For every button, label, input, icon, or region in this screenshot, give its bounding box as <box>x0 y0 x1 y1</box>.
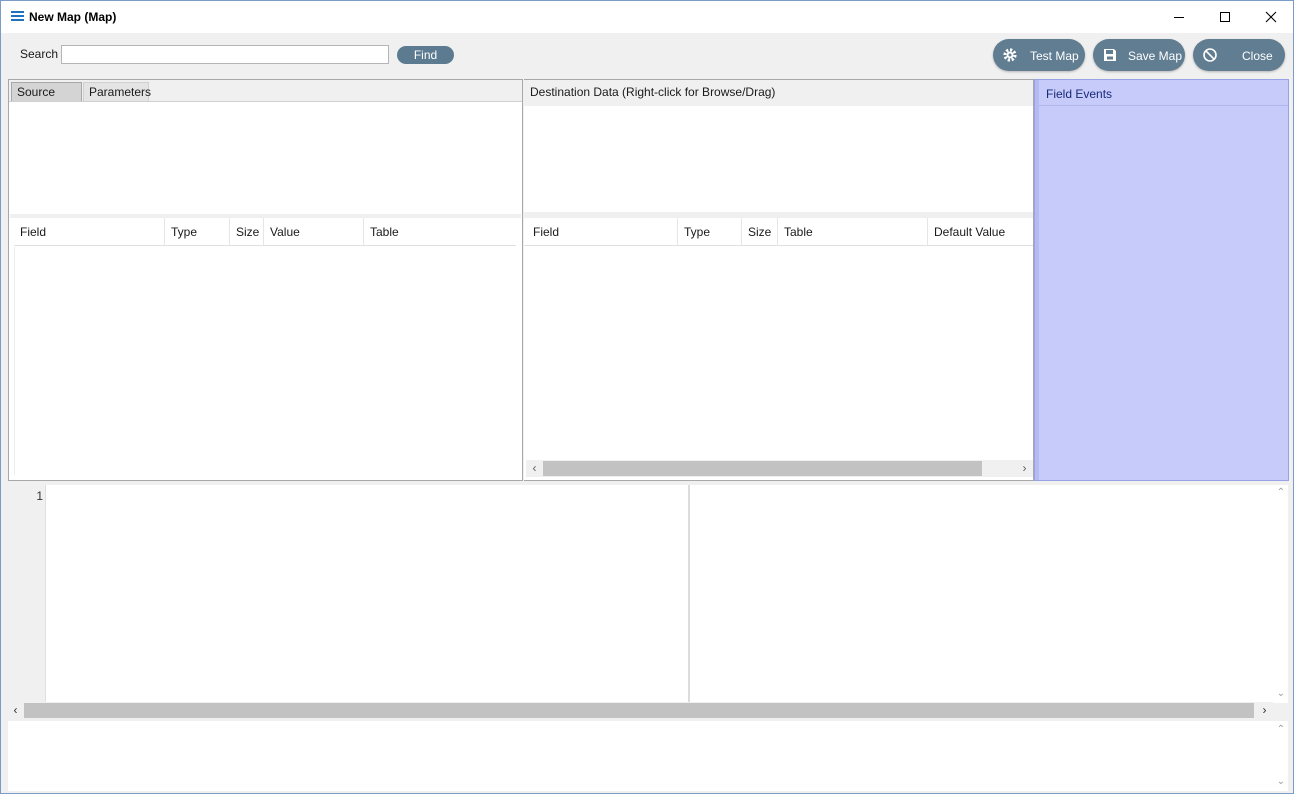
dest-col-field[interactable]: Field <box>527 218 678 246</box>
source-grid-header: Field Type Size Value Table <box>14 218 516 246</box>
script-editor[interactable]: 1 ⌃ ⌄ <box>8 485 1288 703</box>
source-col-field[interactable]: Field <box>14 218 165 246</box>
gutter-divider <box>45 485 46 703</box>
save-map-label: Save Map <box>1128 49 1183 63</box>
source-panel: Source Data Parameters Field Type Size V… <box>8 79 523 481</box>
destination-title: Destination Data (Right-click for Browse… <box>530 85 776 99</box>
minimize-icon <box>1174 16 1184 18</box>
source-grid-body[interactable] <box>14 247 516 475</box>
scroll-right-icon[interactable]: › <box>1256 702 1273 719</box>
destination-panel: Destination Data (Right-click for Browse… <box>524 79 1034 481</box>
save-icon <box>1104 49 1116 61</box>
app-menu-icon[interactable] <box>11 11 24 22</box>
search-label: Search <box>20 47 59 61</box>
destination-scroll-thumb[interactable] <box>543 461 982 476</box>
field-events-header: Field Events <box>1039 80 1288 106</box>
scroll-left-icon[interactable]: ‹ <box>526 460 543 477</box>
gear-icon <box>1003 48 1017 62</box>
line-number: 1 <box>36 489 43 503</box>
map-window: New Map (Map) Search Find Test Map Save … <box>0 0 1294 794</box>
source-col-table[interactable]: Table <box>364 218 516 246</box>
scroll-down-icon[interactable]: ⌄ <box>1274 687 1288 701</box>
editor-horizontal-scrollbar[interactable]: ‹ › <box>7 702 1273 719</box>
test-map-label: Test Map <box>1030 49 1079 63</box>
destination-data-view[interactable] <box>524 106 1033 212</box>
field-events-title: Field Events <box>1046 87 1113 101</box>
output-area[interactable]: ⌃ ⌄ <box>8 721 1288 791</box>
scroll-right-icon[interactable]: › <box>1016 460 1033 477</box>
scroll-down-icon[interactable]: ⌄ <box>1274 775 1288 789</box>
scroll-left-icon[interactable]: ‹ <box>7 702 24 719</box>
output-vertical-scrollbar[interactable]: ⌃ ⌄ <box>1274 721 1288 791</box>
dest-col-table[interactable]: Table <box>778 218 928 246</box>
line-number-gutter: 1 <box>8 485 45 703</box>
tab-parameters[interactable]: Parameters <box>83 82 151 101</box>
dest-col-type[interactable]: Type <box>678 218 742 246</box>
close-label: Close <box>1242 49 1273 63</box>
source-col-value[interactable]: Value <box>264 218 364 246</box>
maximize-icon <box>1220 12 1230 22</box>
editor-vertical-scrollbar[interactable]: ⌃ ⌄ <box>1274 485 1288 703</box>
test-map-button[interactable]: Test Map <box>993 39 1085 71</box>
source-col-type[interactable]: Type <box>165 218 230 246</box>
scroll-up-icon[interactable]: ⌃ <box>1274 723 1288 737</box>
destination-grid-header: Field Type Size Table Default Value <box>524 218 1033 246</box>
source-col-size[interactable]: Size <box>230 218 264 246</box>
scroll-up-icon[interactable]: ⌃ <box>1274 486 1288 500</box>
editor-scroll-thumb[interactable] <box>24 703 1254 718</box>
dest-col-default-value[interactable]: Default Value <box>928 218 1033 246</box>
editor-split-divider[interactable] <box>688 485 690 703</box>
cancel-icon <box>1203 48 1217 62</box>
destination-header: Destination Data (Right-click for Browse… <box>524 80 1033 106</box>
find-button[interactable]: Find <box>397 46 454 64</box>
source-data-view[interactable] <box>10 102 521 216</box>
maximize-button[interactable] <box>1202 1 1248 33</box>
field-events-edge <box>1035 80 1039 480</box>
close-button[interactable]: Close <box>1193 39 1285 71</box>
destination-horizontal-scrollbar[interactable]: ‹ › <box>526 460 1033 477</box>
close-icon <box>1265 11 1277 23</box>
dest-col-size[interactable]: Size <box>742 218 778 246</box>
save-map-button[interactable]: Save Map <box>1093 39 1185 71</box>
window-title: New Map (Map) <box>29 10 117 24</box>
window-close-button[interactable] <box>1248 1 1294 33</box>
minimize-button[interactable] <box>1156 1 1202 33</box>
source-tab-strip: Source Data Parameters <box>9 80 522 117</box>
title-bar: New Map (Map) <box>1 1 1293 33</box>
tab-source-data[interactable]: Source Data <box>11 82 82 117</box>
search-input[interactable] <box>61 45 389 64</box>
destination-grid-body[interactable] <box>524 247 1033 460</box>
field-events-panel: Field Events <box>1034 79 1289 481</box>
